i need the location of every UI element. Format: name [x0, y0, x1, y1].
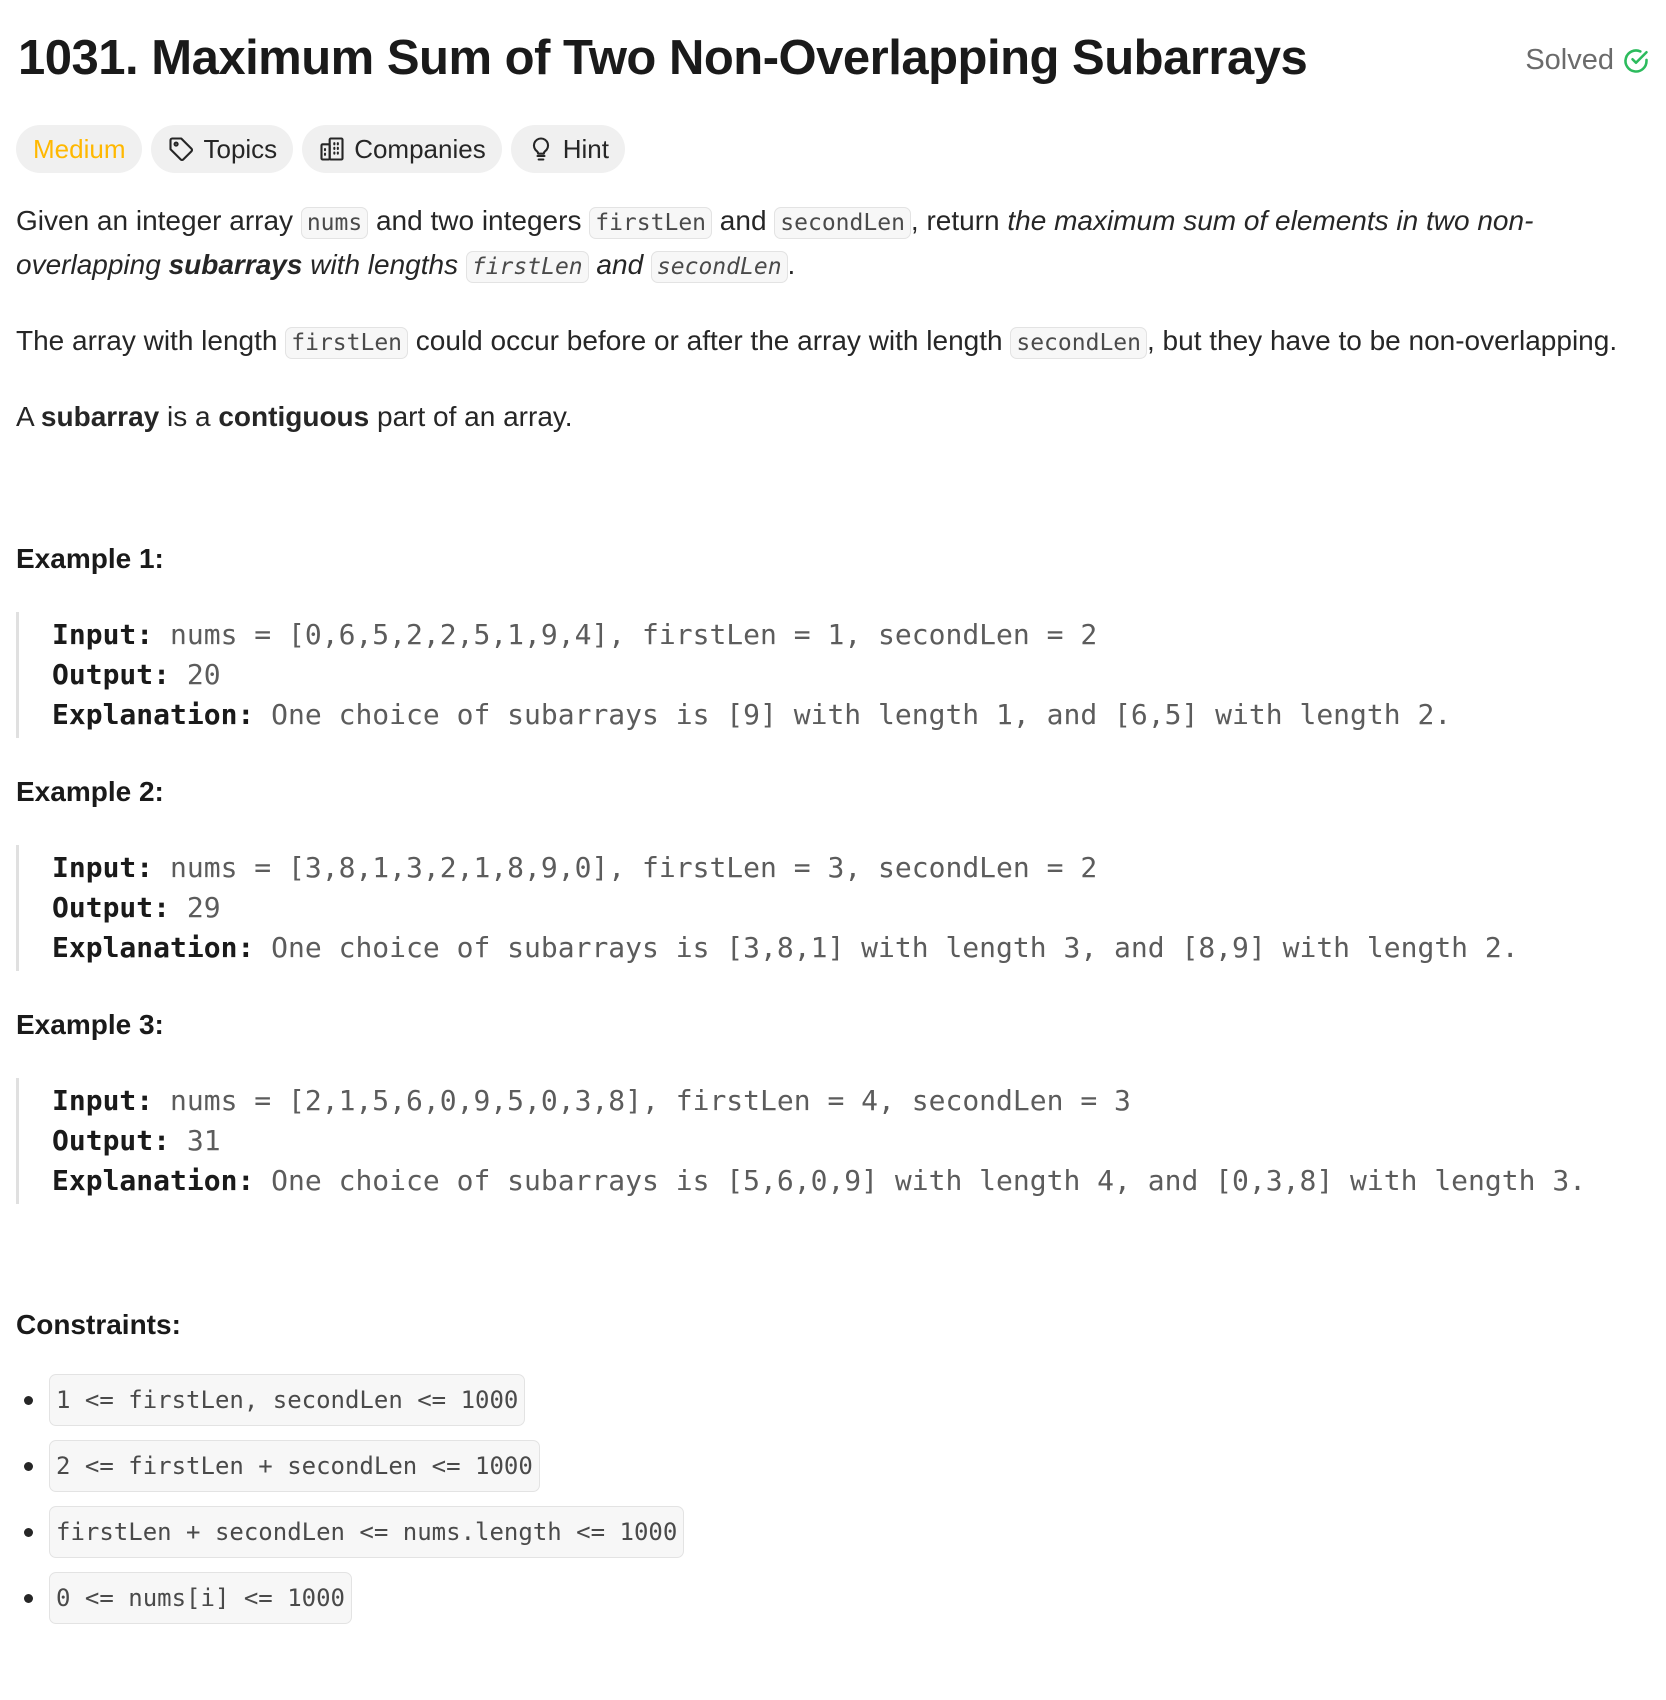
- output-value: 20: [186, 658, 221, 691]
- inline-code: secondLen: [1010, 327, 1147, 359]
- output-label: Output:: [52, 1124, 171, 1157]
- problem-description: 1031. Maximum Sum of Two Non-Overlapping…: [0, 0, 1666, 1624]
- text: , but they have to be non-overlapping.: [1146, 325, 1618, 356]
- example-block: Input: nums = [2,1,5,6,0,9,5,0,3,8], fir…: [16, 1078, 1646, 1204]
- solved-status: Solved: [1525, 44, 1650, 77]
- example-block: Input: nums = [0,6,5,2,2,5,1,9,4], first…: [16, 612, 1646, 738]
- strong-text: subarrays: [168, 249, 303, 280]
- constraint-code: 1 <= firstLen, secondLen <= 1000: [49, 1374, 526, 1426]
- text: The array with length: [16, 325, 286, 356]
- constraint-code: 2 <= firstLen + secondLen <= 1000: [49, 1440, 540, 1492]
- topics-button[interactable]: Topics: [151, 125, 294, 173]
- problem-name: Maximum Sum of Two Non-Overlapping Subar…: [151, 31, 1308, 85]
- explanation-value: One choice of subarrays is [9] with leng…: [271, 698, 1452, 731]
- explanation-value: One choice of subarrays is [3,8,1] with …: [271, 931, 1519, 964]
- problem-title[interactable]: 1031. Maximum Sum of Two Non-Overlapping…: [18, 30, 1308, 86]
- hint-label: Hint: [562, 133, 609, 164]
- tag-icon: [169, 137, 194, 162]
- text: , return: [910, 205, 1008, 236]
- difficulty-badge: Medium: [16, 125, 143, 173]
- text: and: [712, 205, 775, 236]
- explanation-value: One choice of subarrays is [5,6,0,9] wit…: [271, 1164, 1587, 1197]
- companies-button[interactable]: Companies: [302, 125, 502, 173]
- strong-text: contiguous: [218, 401, 370, 432]
- inline-code: firstLen: [285, 327, 409, 359]
- topics-label: Topics: [203, 133, 278, 164]
- inline-code: secondLen: [650, 251, 788, 283]
- text: and: [588, 249, 651, 280]
- example-title: Example 3:: [16, 1009, 164, 1040]
- text: with lengths: [302, 249, 466, 280]
- bullet-icon: [24, 1527, 33, 1537]
- constraint-item: firstLen + secondLen <= nums.length <= 1…: [16, 1506, 1646, 1558]
- example-title: Example 1:: [16, 543, 164, 574]
- inline-code: nums: [300, 207, 369, 239]
- text: part of an array.: [369, 401, 573, 432]
- inline-code: secondLen: [774, 207, 911, 239]
- strong-text: subarray: [40, 401, 160, 432]
- example-block: Input: nums = [3,8,1,3,2,1,8,9,0], first…: [16, 845, 1646, 971]
- constraints-title: Constraints:: [16, 1309, 181, 1340]
- output-label: Output:: [52, 891, 171, 924]
- problem-header: 1031. Maximum Sum of Two Non-Overlapping…: [16, 0, 1650, 118]
- text: could occur before or after the array wi…: [408, 325, 1011, 356]
- description-paragraph: Given an integer array nums and two inte…: [16, 200, 1646, 288]
- constraint-code: 0 <= nums[i] <= 1000: [49, 1572, 352, 1624]
- input-value: nums = [0,6,5,2,2,5,1,9,4], firstLen = 1…: [170, 618, 1098, 651]
- output-value: 29: [186, 891, 221, 924]
- input-value: nums = [2,1,5,6,0,9,5,0,3,8], firstLen =…: [170, 1084, 1131, 1117]
- text: is a: [159, 401, 219, 432]
- text: Given an integer array: [16, 205, 301, 236]
- inline-code: firstLen: [465, 251, 589, 283]
- tag-bar: Medium Topics Companies Hint: [16, 125, 1650, 173]
- explanation-label: Explanation:: [52, 931, 255, 964]
- hint-button[interactable]: Hint: [510, 125, 625, 173]
- output-label: Output:: [52, 658, 171, 691]
- input-label: Input:: [52, 851, 154, 884]
- example-title: Example 2:: [16, 776, 164, 807]
- text: A: [16, 401, 41, 432]
- input-value: nums = [3,8,1,3,2,1,8,9,0], firstLen = 3…: [170, 851, 1098, 884]
- constraint-item: 1 <= firstLen, secondLen <= 1000: [16, 1374, 1646, 1426]
- description-paragraph: A subarray is a contiguous part of an ar…: [16, 396, 1646, 438]
- explanation-label: Explanation:: [52, 1164, 255, 1197]
- constraint-item: 0 <= nums[i] <= 1000: [16, 1572, 1646, 1624]
- constraint-item: 2 <= firstLen + secondLen <= 1000: [16, 1440, 1646, 1492]
- input-label: Input:: [52, 1084, 154, 1117]
- lightbulb-icon: [532, 137, 549, 161]
- text: .: [787, 249, 796, 280]
- difficulty-label: Medium: [33, 133, 126, 164]
- bullet-icon: [24, 1461, 33, 1471]
- bullet-icon: [24, 1395, 33, 1405]
- bullet-icon: [24, 1593, 33, 1603]
- input-label: Input:: [52, 618, 154, 651]
- companies-label: Companies: [354, 133, 486, 164]
- problem-number: 1031.: [18, 31, 139, 85]
- check-circle-icon: [1624, 48, 1648, 73]
- description-paragraph: The array with length firstLen could occ…: [16, 320, 1646, 364]
- description-body: Given an integer array nums and two inte…: [16, 200, 1646, 1624]
- building-icon: [320, 137, 344, 161]
- output-value: 31: [186, 1124, 221, 1157]
- text: and two integers: [368, 205, 590, 236]
- explanation-label: Explanation:: [52, 698, 255, 731]
- constraints-list: 1 <= firstLen, secondLen <= 1000 2 <= fi…: [16, 1374, 1646, 1624]
- inline-code: firstLen: [589, 207, 713, 239]
- solved-label: Solved: [1525, 44, 1614, 76]
- constraint-code: firstLen + secondLen <= nums.length <= 1…: [49, 1506, 685, 1558]
